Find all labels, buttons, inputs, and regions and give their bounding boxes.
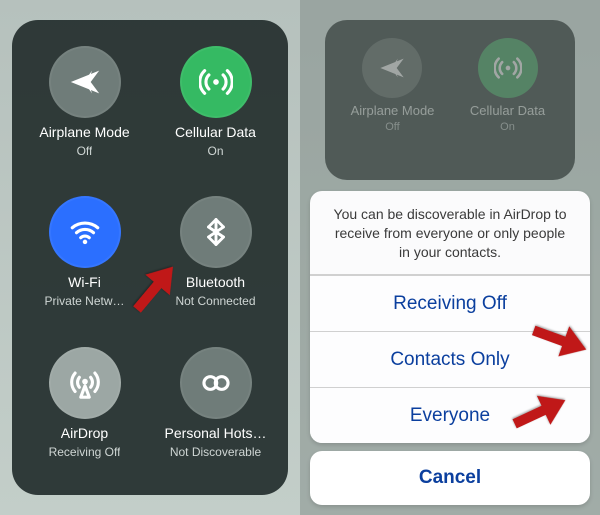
cancel-button[interactable]: Cancel [310, 451, 590, 505]
tile-status: Private Netw… [44, 294, 124, 308]
hotspot-icon [180, 347, 252, 419]
airplane-icon [49, 46, 121, 118]
tile-status: Not Connected [175, 294, 255, 308]
tile-status: Off [77, 144, 93, 158]
tile-label: Airplane Mode [351, 103, 435, 118]
airplane-mode-tile[interactable]: Airplane Mode Off [24, 42, 145, 178]
airplane-mode-tile: Airplane Mode Off [351, 38, 435, 180]
wifi-icon [49, 196, 121, 268]
wifi-tile[interactable]: Wi-Fi Private Netw… [24, 192, 145, 328]
tile-label: Cellular Data [470, 103, 545, 118]
option-receiving-off[interactable]: Receiving Off [310, 275, 590, 331]
action-sheet-body: You can be discoverable in AirDrop to re… [310, 191, 590, 443]
cellular-icon [478, 38, 538, 98]
airplane-icon [362, 38, 422, 98]
tile-status: Not Discoverable [170, 445, 261, 459]
airdrop-tile[interactable]: AirDrop Receiving Off [24, 343, 145, 479]
action-sheet-message: You can be discoverable in AirDrop to re… [310, 191, 590, 275]
tile-label: Personal Hots… [165, 425, 267, 441]
tile-label: Wi-Fi [68, 274, 101, 290]
control-center-panel: Airplane Mode Off Cellular Data On Wi-Fi… [12, 20, 288, 495]
tile-label: AirDrop [61, 425, 108, 441]
tile-label: Bluetooth [186, 274, 245, 290]
cellular-icon [180, 46, 252, 118]
tile-status: Off [385, 121, 399, 133]
option-everyone[interactable]: Everyone [310, 387, 590, 443]
bluetooth-icon [180, 196, 252, 268]
tile-status: On [500, 121, 515, 133]
action-sheet: You can be discoverable in AirDrop to re… [310, 191, 590, 505]
tile-label: Cellular Data [175, 124, 256, 140]
bluetooth-tile[interactable]: Bluetooth Not Connected [155, 192, 276, 328]
control-center-panel-background: Airplane Mode Off Cellular Data On [325, 20, 575, 180]
airdrop-icon [49, 347, 121, 419]
option-contacts-only[interactable]: Contacts Only [310, 331, 590, 387]
tile-label: Airplane Mode [39, 124, 129, 140]
screenshot-right: Airplane Mode Off Cellular Data On You c… [300, 0, 600, 515]
tile-status: Receiving Off [49, 445, 121, 459]
cellular-data-tile: Cellular Data On [470, 38, 545, 180]
screenshot-left: Airplane Mode Off Cellular Data On Wi-Fi… [0, 0, 300, 515]
tile-status: On [207, 144, 223, 158]
cellular-data-tile[interactable]: Cellular Data On [155, 42, 276, 178]
personal-hotspot-tile[interactable]: Personal Hots… Not Discoverable [155, 343, 276, 479]
